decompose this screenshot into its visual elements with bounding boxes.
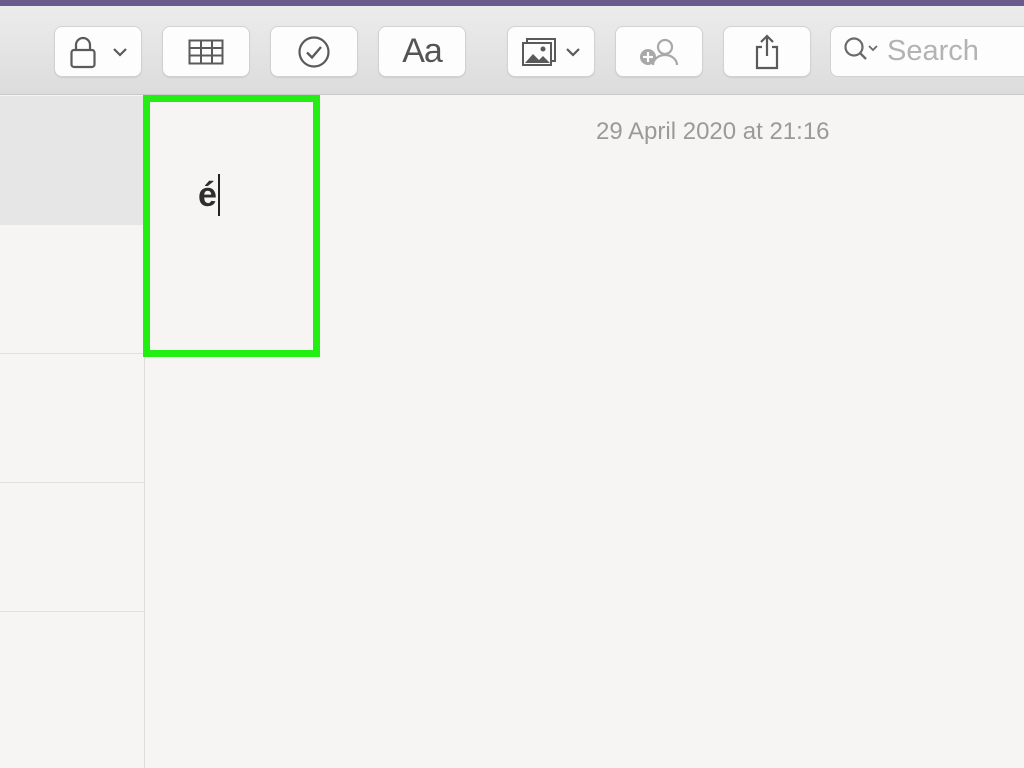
list-item[interactable] xyxy=(0,225,144,354)
list-item[interactable] xyxy=(0,354,144,483)
lock-button[interactable] xyxy=(54,26,142,77)
add-people-icon xyxy=(637,36,681,68)
format-button[interactable]: Aa xyxy=(378,26,466,77)
chevron-down-icon xyxy=(112,46,128,58)
search-icon xyxy=(843,35,881,68)
checklist-button[interactable] xyxy=(270,26,358,77)
search-placeholder: Search xyxy=(887,35,979,67)
toolbar: Aa Search xyxy=(0,6,1024,95)
share-icon xyxy=(752,33,782,70)
share-button[interactable] xyxy=(723,26,811,77)
list-item[interactable] xyxy=(0,483,144,612)
chevron-down-icon xyxy=(565,46,581,58)
photo-icon xyxy=(521,37,557,67)
table-button[interactable] xyxy=(162,26,250,77)
notes-list xyxy=(0,96,145,768)
list-item-selected[interactable] xyxy=(0,96,144,225)
collaborate-button[interactable] xyxy=(615,26,703,77)
media-button[interactable] xyxy=(507,26,595,77)
text-format-icon: Aa xyxy=(402,32,443,70)
highlight-box xyxy=(143,95,320,357)
table-icon xyxy=(188,39,224,65)
search-field[interactable]: Search xyxy=(830,26,1024,77)
lock-icon xyxy=(68,35,98,69)
checkmark-circle-icon xyxy=(297,35,331,69)
note-date: 29 April 2020 at 21:16 xyxy=(596,118,830,145)
